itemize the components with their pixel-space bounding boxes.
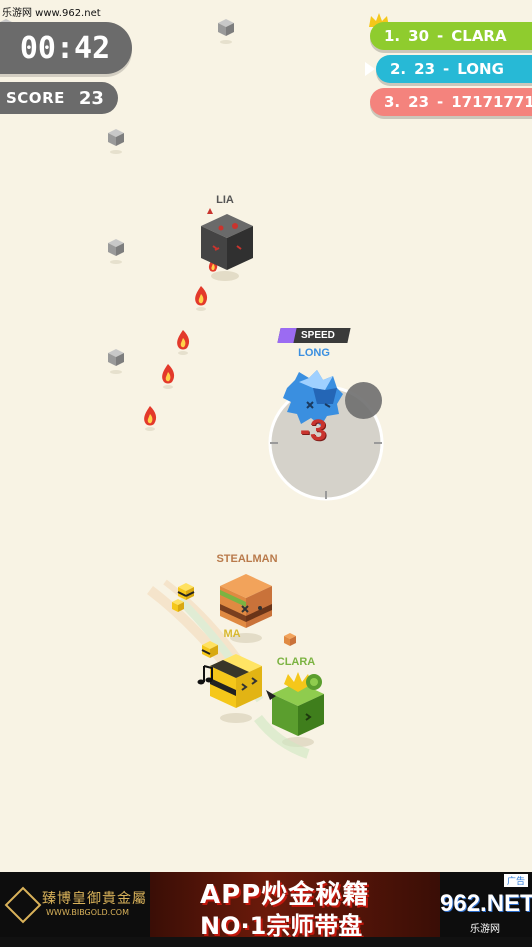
speed-powerup-badge: SPEED xyxy=(277,328,351,343)
flame-icon xyxy=(177,330,190,355)
leaderboard-name: CLARA xyxy=(451,27,507,45)
player-name-stealman: STEALMAN xyxy=(216,553,278,565)
ad-brand: 臻博皇御貴金屬 xyxy=(42,891,147,907)
site-logo-sub: 乐游网 xyxy=(470,924,500,935)
timer-display: 00:42 xyxy=(0,22,132,74)
player-name-long: LONG xyxy=(298,347,330,359)
player-name-lia: LIA xyxy=(216,194,234,206)
player-name-ma: MA xyxy=(223,628,241,640)
ad-banner[interactable]: 臻博皇御貴金屬 WWW.BIBGOLD.COM APP炒金秘籍 NO·1宗师带盘… xyxy=(0,872,532,937)
leaderboard-score: 23 xyxy=(408,93,430,111)
game-world xyxy=(0,19,384,759)
flame-icon xyxy=(195,286,208,311)
ad-logo-icon xyxy=(4,886,42,924)
ad-tag[interactable]: 广告 xyxy=(503,874,528,887)
leaderboard-row-2: 2. 23 - LONG xyxy=(376,55,532,83)
gray-cube-icon xyxy=(108,349,124,374)
leaderboard-separator: - xyxy=(437,27,444,45)
speed-label: SPEED xyxy=(301,330,335,341)
ad-subheadline: NO·1宗师带盘 xyxy=(200,912,363,937)
leaderboard-rank: 1. xyxy=(384,27,401,45)
damage-indicator: -3 xyxy=(300,414,327,447)
gray-cube-icon xyxy=(108,129,124,154)
leaderboard-score: 23 xyxy=(414,60,436,78)
pointer-icon xyxy=(365,62,375,76)
leaderboard-rank: 2. xyxy=(390,60,407,78)
score-value: 23 xyxy=(78,87,104,109)
leaderboard-name: 17171771 xyxy=(451,93,532,111)
gray-cube-icon xyxy=(218,19,234,44)
player-cube-clara xyxy=(254,672,324,759)
score-display: SCORE 23 xyxy=(0,82,118,114)
ad-domain: WWW.BIBGOLD.COM xyxy=(46,908,129,917)
player-cube-lia xyxy=(201,208,253,281)
speed-bar xyxy=(277,328,297,343)
leaderboard-name: LONG xyxy=(457,60,504,78)
leaderboard-row-3: 3. 23 - 17171771 xyxy=(370,88,532,116)
player-cube-ma xyxy=(210,654,262,723)
score-label: SCORE xyxy=(6,89,65,107)
flame-icon xyxy=(144,406,157,431)
leaderboard-rank: 3. xyxy=(384,93,401,111)
player-name-clara: CLARA xyxy=(276,656,316,668)
game-stage[interactable]: 乐游网 www.962.net 00:42 SCORE 23 1. 30 - C… xyxy=(0,0,532,947)
leaderboard-separator: - xyxy=(443,60,450,78)
flame-icon xyxy=(162,364,175,389)
bottom-strip xyxy=(0,937,532,947)
gray-cube-icon xyxy=(108,239,124,264)
burger-follower xyxy=(284,633,296,646)
timer-value: 00:42 xyxy=(19,30,111,66)
leaderboard-separator: - xyxy=(437,93,444,111)
watermark-text: 乐游网 www.962.net xyxy=(2,8,101,19)
leaderboard-score: 30 xyxy=(408,27,430,45)
leaderboard-row-1: 1. 30 - CLARA xyxy=(370,22,532,50)
joystick-knob[interactable] xyxy=(345,382,382,419)
